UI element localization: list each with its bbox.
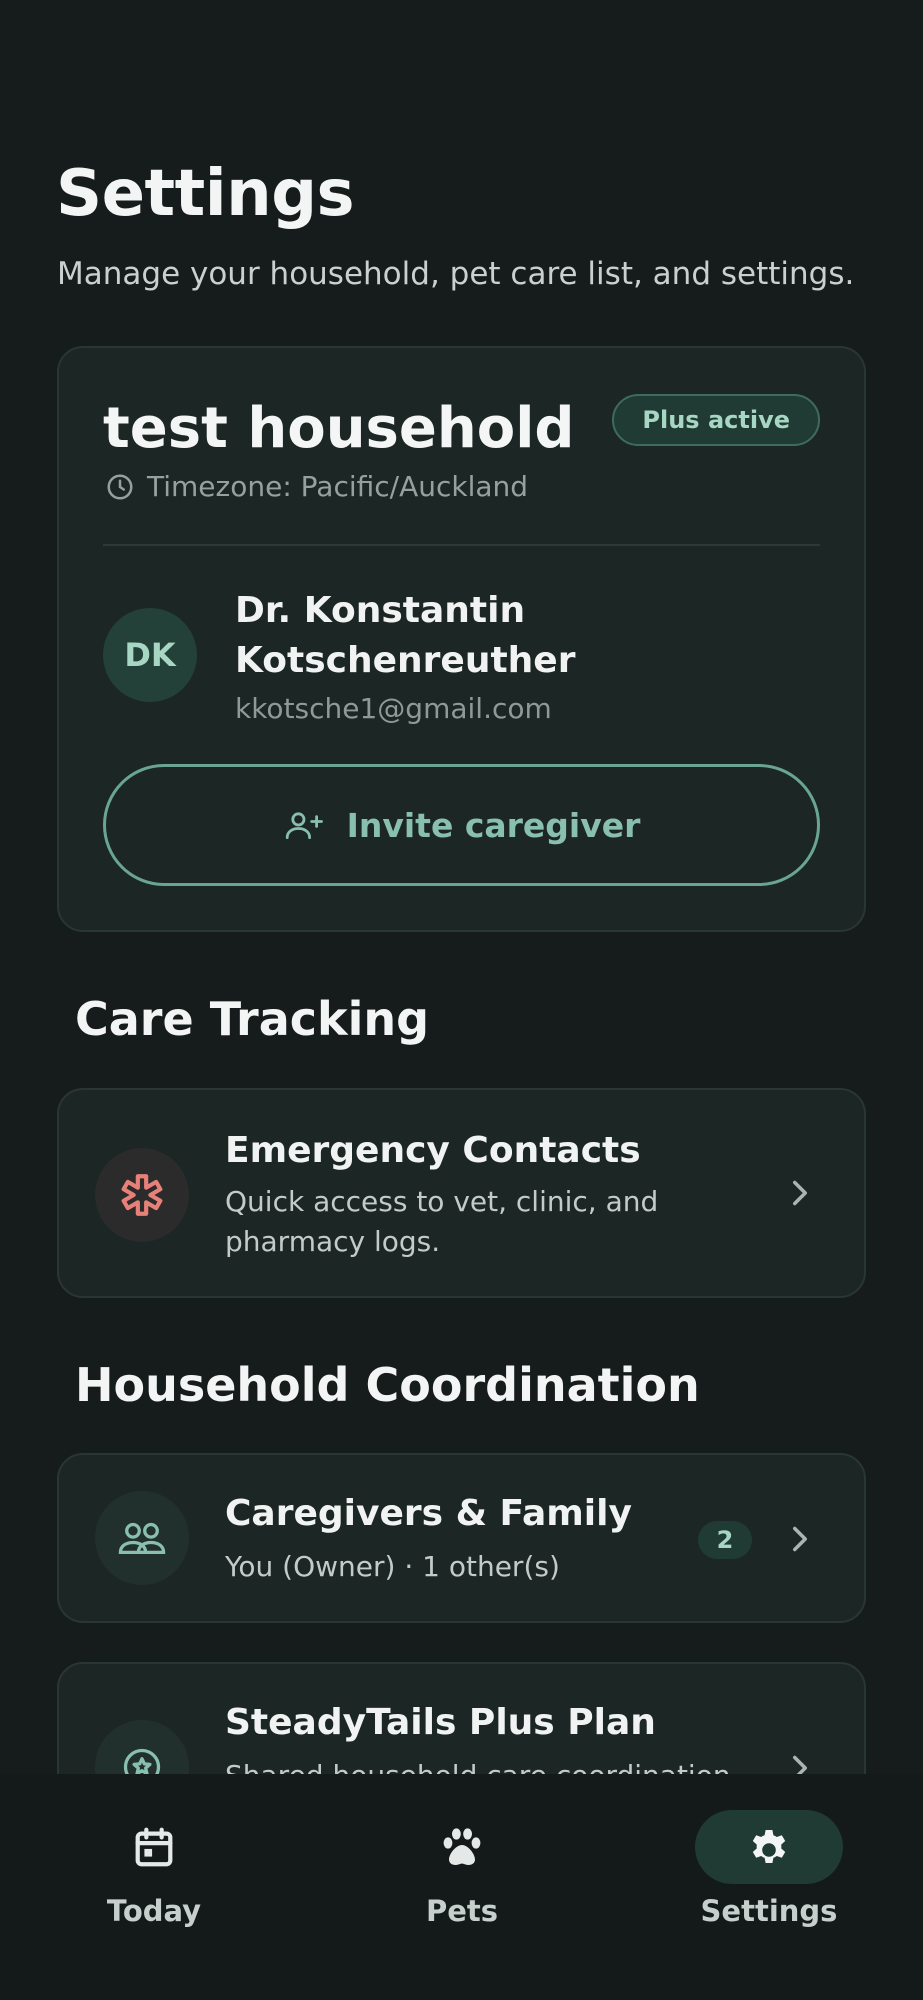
emergency-contacts-row[interactable]: Emergency Contacts Quick access to vet, … [57, 1088, 866, 1298]
people-icon [115, 1518, 169, 1558]
nav-tab-pets[interactable]: Pets [362, 1774, 562, 1974]
settings-scroll-area[interactable]: Settings Manage your household, pet care… [0, 0, 923, 1774]
household-card: test household Plus active Timezone: Pac… [57, 346, 866, 932]
caregivers-family-row[interactable]: Caregivers & Family You (Owner) · 1 othe… [57, 1453, 866, 1623]
invite-caregiver-label: Invite caregiver [346, 805, 641, 845]
household-name: test household [103, 396, 575, 461]
caregivers-family-description: You (Owner) · 1 other(s) [225, 1550, 560, 1583]
chevron-right-icon [786, 1179, 814, 1207]
plus-plan-icon-circle [95, 1720, 189, 1774]
timezone-row: Timezone: Pacific/Auckland [105, 470, 528, 503]
section-heading-household-coordination: Household Coordination [75, 1358, 700, 1412]
plus-plan-title: SteadyTails Plus Plan [225, 1702, 656, 1743]
nav-label-settings: Settings [700, 1894, 838, 1928]
plan-status-badge: Plus active [612, 394, 820, 446]
nav-icon-wrap [80, 1810, 228, 1884]
bottom-nav: Today Pets Settings [0, 1774, 923, 2000]
emergency-contacts-description: Quick access to vet, clinic, and pharmac… [225, 1185, 659, 1258]
timezone-label: Timezone: Pacific/Auckland [147, 470, 529, 503]
page-subtitle: Manage your household, pet care list, an… [57, 256, 855, 292]
nav-tab-settings[interactable]: Settings [669, 1774, 869, 1974]
nav-label-today: Today [106, 1894, 202, 1928]
caregiver-count-badge: 2 [698, 1521, 752, 1559]
user-name: Dr. Konstantin Kotschenreuther [235, 590, 576, 681]
emergency-contacts-title: Emergency Contacts [225, 1130, 641, 1171]
chevron-right-icon [786, 1754, 814, 1774]
user-email: kkotsche1@gmail.com [235, 692, 552, 725]
section-heading-care-tracking: Care Tracking [75, 992, 430, 1046]
plus-plan-row[interactable]: SteadyTails Plus Plan Shared household c… [57, 1662, 866, 1774]
nav-tab-today[interactable]: Today [54, 1774, 254, 1974]
caregivers-family-title: Caregivers & Family [225, 1493, 632, 1534]
gear-icon [745, 1823, 793, 1871]
star-badge-icon [120, 1745, 164, 1774]
avatar: DK [103, 608, 197, 702]
page-title: Settings [56, 157, 355, 231]
nav-icon-wrap [388, 1810, 536, 1884]
clock-icon [105, 472, 135, 502]
invite-caregiver-button[interactable]: Invite caregiver [103, 764, 820, 886]
chevron-right-icon [786, 1525, 814, 1553]
plus-plan-description: Shared household care coordination [225, 1756, 745, 1774]
caregivers-icon-circle [95, 1491, 189, 1585]
medical-asterisk-icon [117, 1170, 167, 1220]
emergency-icon-circle [95, 1148, 189, 1242]
paw-icon [437, 1823, 487, 1871]
divider [103, 544, 820, 546]
user-plus-icon [283, 808, 325, 842]
nav-label-pets: Pets [425, 1894, 499, 1928]
calendar-icon [131, 1823, 177, 1871]
nav-icon-wrap-active [695, 1810, 843, 1884]
